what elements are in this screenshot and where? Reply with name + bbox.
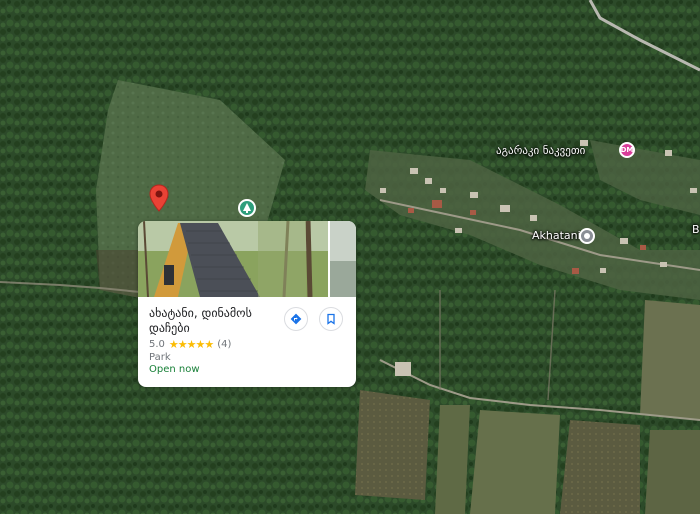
farm-field (355, 390, 430, 500)
lodging-icon[interactable]: DM (619, 142, 635, 158)
farm-field (645, 430, 700, 514)
star-rating-icon: ★★★★★ (168, 338, 214, 351)
edge-label[interactable]: B (692, 223, 700, 236)
farm-field (560, 420, 640, 514)
locality-pin-icon[interactable] (579, 228, 595, 244)
red-location-pin-icon[interactable] (149, 184, 169, 212)
bookmark-icon (327, 313, 335, 325)
farm-field (470, 410, 560, 514)
place-title[interactable]: ახატანი, დინამოს დაჩები (149, 306, 279, 336)
place-card[interactable]: ახატანი, დინამოს დაჩები 5.0 ★★★★★ (4) Pa… (138, 221, 356, 387)
farm-field (640, 300, 700, 420)
tree-icon[interactable] (238, 199, 256, 217)
directions-icon (290, 313, 302, 325)
rating-row: 5.0 ★★★★★ (4) (149, 338, 231, 351)
akhatani-label[interactable]: Akhatani (532, 229, 581, 242)
place-photos[interactable] (138, 221, 356, 297)
save-button[interactable] (319, 307, 343, 331)
rating-value: 5.0 (149, 339, 165, 350)
village-label[interactable]: აგარაკი ნაკვეთი (496, 144, 585, 157)
place-category: Park (149, 352, 171, 363)
open-status: Open now (149, 364, 200, 375)
review-count[interactable]: (4) (217, 339, 231, 350)
directions-button[interactable] (284, 307, 308, 331)
farm-field (435, 405, 470, 514)
